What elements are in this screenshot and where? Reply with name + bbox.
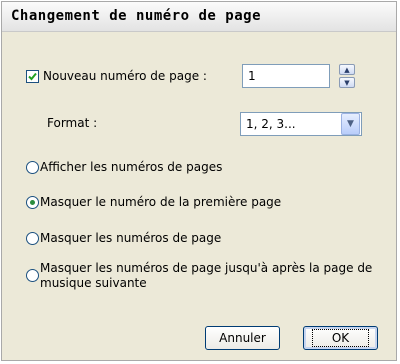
radio-hide-page-numbers[interactable] [26, 232, 39, 245]
radio-hide-first-page-number[interactable] [26, 196, 39, 209]
spin-up-button[interactable]: ▲ [339, 64, 355, 75]
ok-button-label: OK [311, 329, 370, 347]
checkmark-icon [28, 72, 37, 81]
new-page-number-label: Nouveau numéro de page : [43, 69, 207, 83]
chevron-down-icon[interactable]: ▼ [341, 113, 360, 135]
dialog-title: Changement de numéro de page [11, 8, 262, 24]
option-hide-page-numbers-label: Masquer les numéros de page [40, 231, 222, 245]
page-number-input[interactable]: 1 [242, 64, 330, 88]
option-hide-until-next-music-page-label-line2: musique suivante [40, 276, 147, 290]
format-select[interactable]: 1, 2, 3... ▼ [240, 112, 362, 136]
arrow-up-icon: ▲ [344, 65, 350, 74]
cancel-button[interactable]: Annuler [205, 326, 280, 350]
option-show-page-numbers-label: Afficher les numéros de pages [40, 160, 223, 174]
title-bar: Changement de numéro de page [2, 2, 396, 32]
spin-down-button[interactable]: ▼ [339, 77, 355, 88]
radio-selected-dot [30, 200, 35, 205]
page-number-spinner: ▲ ▼ [339, 64, 355, 88]
option-hide-first-page-number-label: Masquer le numéro de la première page [40, 195, 282, 209]
format-label: Format : [47, 116, 98, 130]
new-page-number-checkbox[interactable] [26, 70, 39, 83]
ok-button[interactable]: OK [303, 326, 378, 350]
radio-show-page-numbers[interactable] [26, 161, 39, 174]
cancel-button-label: Annuler [219, 331, 266, 345]
arrow-down-icon: ▼ [344, 78, 350, 87]
format-selected-value: 1, 2, 3... [246, 117, 296, 131]
option-hide-until-next-music-page-label-line1: Masquer les numéros de page jusqu'à aprè… [40, 261, 373, 275]
radio-hide-until-next-music-page[interactable] [26, 269, 39, 282]
page-number-dialog: Changement de numéro de page Nouveau num… [1, 1, 397, 361]
